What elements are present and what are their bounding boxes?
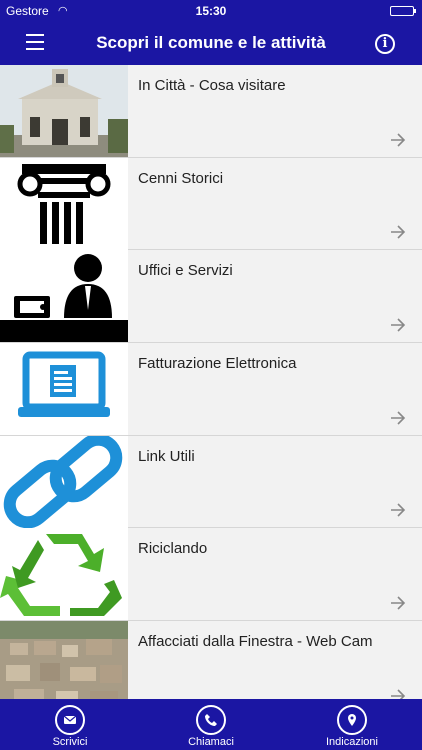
list-item-riciclando[interactable]: Riciclando (0, 528, 422, 622)
column-icon (0, 157, 128, 250)
arrow-right-icon (391, 596, 406, 610)
tab-chiamaci[interactable]: Chiamaci (141, 699, 281, 750)
list-item-title: Riciclando (138, 540, 208, 558)
church-photo (0, 65, 128, 157)
list-item-title: In Città - Cosa visitare (138, 77, 286, 94)
phone-icon (196, 705, 226, 735)
list-item-title: Cenni Storici (138, 169, 224, 187)
arrow-right-icon (391, 689, 406, 699)
office-clerk-icon (0, 250, 128, 343)
clock: 15:30 (195, 4, 227, 18)
aerial-photo (0, 621, 128, 699)
list-item-uffici[interactable]: Uffici e Servizi (0, 250, 422, 344)
list-item-in-citta[interactable]: In Città - Cosa visitare (0, 65, 422, 158)
page-title: Scopri il comune e le attività (96, 33, 326, 52)
arrow-right-icon (391, 503, 406, 518)
tab-label: Scrivici (52, 736, 88, 748)
app-header: Gestore ◠ 15:30 Scopri il comune e le at… (0, 0, 422, 65)
tab-label: Chiamaci (188, 736, 234, 748)
list-item-title: Affacciati dalla Finestra - Web Cam (138, 633, 373, 651)
battery-icon (390, 6, 416, 16)
tab-scrivici[interactable]: Scrivici (0, 699, 140, 750)
arrow-right-icon (391, 411, 406, 425)
list-item-fatturazione[interactable]: Fatturazione Elettronica (0, 343, 422, 436)
arrow-right-icon (391, 225, 406, 239)
envelope-icon (55, 705, 85, 735)
recycle-icon (0, 528, 128, 621)
chain-link-icon (0, 435, 128, 528)
menu-list: In Città - Cosa visitare Cenni Storici U… (0, 65, 422, 699)
list-item-webcam[interactable]: Affacciati dalla Finestra - Web Cam (0, 621, 422, 699)
arrow-right-icon (391, 318, 406, 332)
laptop-document-icon (0, 343, 128, 436)
tab-bar: Scrivici Chiamaci Indicazioni (0, 699, 422, 750)
arrow-right-icon (391, 133, 406, 147)
tab-label: Indicazioni (326, 736, 378, 748)
navbar: Scopri il comune e le attività i (0, 22, 422, 64)
list-item-title: Link Utili (138, 447, 195, 465)
list-item-title: Fatturazione Elettronica (138, 355, 297, 373)
list-item-title: Uffici e Servizi (138, 262, 233, 280)
list-item-cenni-storici[interactable]: Cenni Storici (0, 157, 422, 251)
list-item-link-utili[interactable]: Link Utili (0, 435, 422, 529)
map-pin-icon (337, 705, 367, 735)
tab-indicazioni[interactable]: Indicazioni (282, 699, 422, 750)
info-icon[interactable]: i (375, 34, 395, 54)
status-bar: Gestore ◠ 15:30 (0, 4, 422, 18)
